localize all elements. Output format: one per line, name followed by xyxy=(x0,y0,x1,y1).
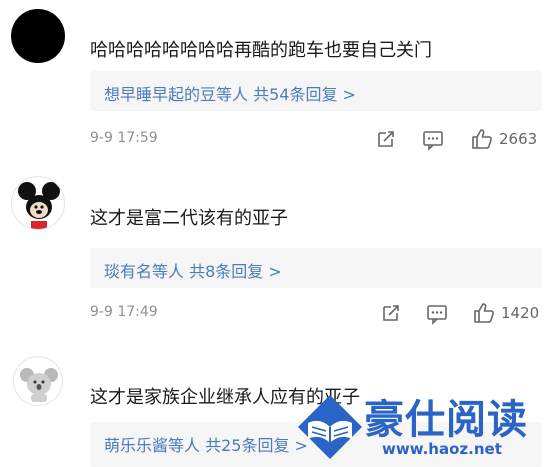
comment-text: 哈哈哈哈哈哈哈哈再酷的跑车也要自己关门 xyxy=(90,40,432,61)
mouse-avatar-icon xyxy=(18,182,60,229)
watermark-title: 豪仕阅读 xyxy=(364,397,528,443)
avatar[interactable] xyxy=(11,176,65,230)
thumbs-up-icon[interactable] xyxy=(472,301,496,325)
watermark: 豪仕阅读 www.haoz.net xyxy=(286,385,550,467)
thumbs-up-icon[interactable] xyxy=(470,127,494,151)
reply-summary[interactable]: 想早睡早起的豆等人 共54条回复 > xyxy=(90,71,542,111)
avatar[interactable] xyxy=(13,356,63,406)
comment-item: 这才是富二代该有的亚子 琰有名等人 共8条回复 > 9-9 17:49 1420 xyxy=(0,165,550,335)
comment-icon[interactable] xyxy=(426,303,448,325)
share-icon[interactable] xyxy=(375,128,397,150)
book-logo-icon xyxy=(298,395,362,459)
like-count: 2663 xyxy=(499,130,538,148)
avatar[interactable] xyxy=(11,9,65,63)
reply-summary-label[interactable]: 萌乐乐酱等人 共25条回复 > xyxy=(104,432,308,456)
reply-summary[interactable]: 琰有名等人 共8条回复 > xyxy=(90,248,542,288)
koala-avatar-icon xyxy=(20,368,58,402)
comment-time: 9-9 17:49 xyxy=(90,304,158,320)
comment-time: 9-9 17:59 xyxy=(90,130,158,146)
share-icon[interactable] xyxy=(380,302,402,324)
comment-text: 这才是富二代该有的亚子 xyxy=(90,208,288,229)
reply-summary-label[interactable]: 琰有名等人 共8条回复 > xyxy=(104,258,282,282)
comment-item: 哈哈哈哈哈哈哈哈再酷的跑车也要自己关门 想早睡早起的豆等人 共54条回复 > 9… xyxy=(0,0,550,165)
watermark-url: www.haoz.net xyxy=(382,440,502,458)
comment-icon[interactable] xyxy=(422,129,444,151)
reply-summary-label[interactable]: 想早睡早起的豆等人 共54条回复 > xyxy=(104,81,356,105)
like-count: 1420 xyxy=(501,304,540,322)
